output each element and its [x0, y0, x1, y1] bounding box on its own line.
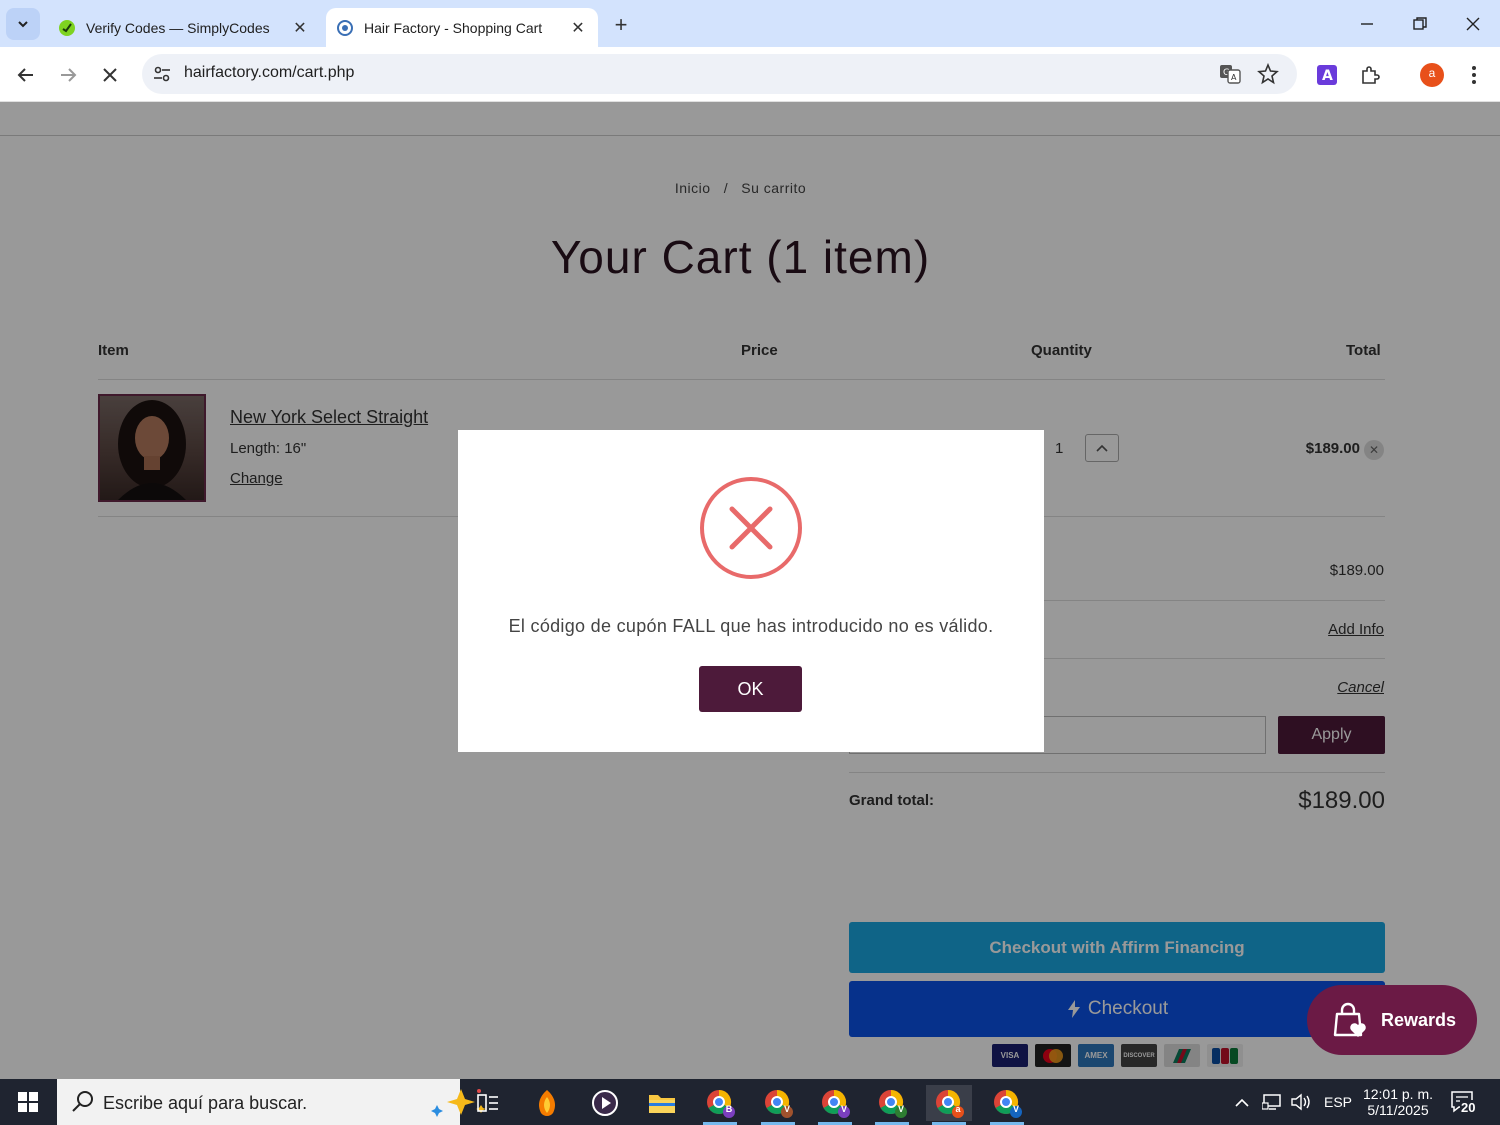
url-text[interactable]: hairfactory.com/cart.php — [184, 64, 354, 82]
tab-title: Verify Codes — SimplyCodes — [86, 19, 270, 36]
browser-menu-icon[interactable] — [1460, 61, 1488, 89]
search-icon — [72, 1091, 93, 1112]
back-button[interactable] — [10, 59, 42, 91]
taskbar-search-placeholder: Escribe aquí para buscar. — [103, 1093, 308, 1113]
error-x-icon — [700, 477, 802, 579]
profile-avatar[interactable]: a — [1418, 61, 1446, 89]
site-settings-icon[interactable] — [150, 62, 174, 86]
task-view-button[interactable] — [465, 1085, 511, 1121]
fl-studio-app-icon[interactable] — [524, 1085, 570, 1121]
tab-hairfactory[interactable]: Hair Factory - Shopping Cart ✕ — [326, 8, 598, 47]
file-explorer-app-icon[interactable] — [639, 1085, 685, 1121]
minimize-button[interactable] — [1342, 8, 1392, 40]
profile-badge: V — [1012, 1104, 1019, 1114]
tab-search-button[interactable] — [6, 8, 40, 40]
close-tab-icon[interactable]: ✕ — [288, 16, 312, 40]
bookmark-star-icon[interactable] — [1255, 62, 1281, 86]
windows-logo-icon — [18, 1092, 38, 1112]
loading-favicon-icon — [336, 19, 354, 37]
chrome-profile-b-icon[interactable]: B — [697, 1085, 743, 1125]
clock-date: 5/11/2025 — [1367, 1102, 1429, 1118]
shopping-bag-heart-icon — [1333, 1002, 1366, 1037]
chrome-profile-v-icon[interactable]: V — [984, 1085, 1030, 1125]
close-window-button[interactable] — [1448, 8, 1498, 40]
profile-badge: B — [725, 1104, 733, 1114]
tab-simplycodes[interactable]: Verify Codes — SimplyCodes ✕ — [48, 8, 320, 47]
minimize-icon — [1361, 23, 1373, 25]
profile-badge: V — [897, 1104, 904, 1114]
stop-loading-button[interactable] — [94, 59, 126, 91]
translate-icon[interactable]: GA — [1217, 62, 1243, 86]
clock[interactable]: 12:01 p. m. 5/11/2025 — [1362, 1079, 1434, 1125]
extension-a-icon[interactable]: A — [1313, 61, 1341, 89]
windows-taskbar: Escribe aquí para buscar. B V V V a V ES… — [0, 1079, 1500, 1125]
chrome-profile-a-icon[interactable]: a — [926, 1085, 972, 1125]
arrow-right-icon — [61, 68, 77, 82]
profile-badge: V — [840, 1104, 847, 1114]
profile-badge: a — [955, 1104, 961, 1114]
profile-badge: V — [783, 1104, 790, 1114]
chrome-profile-v-icon[interactable]: V — [755, 1085, 801, 1125]
close-icon — [103, 68, 117, 82]
profile-initial: a — [1428, 66, 1436, 80]
ok-button[interactable]: OK — [699, 666, 802, 712]
web-page: Inicio / Su carrito Your Cart (1 item) I… — [0, 102, 1500, 1079]
close-icon — [1466, 17, 1480, 31]
browser-tab-bar: Verify Codes — SimplyCodes ✕ Hair Factor… — [0, 0, 1500, 47]
rewards-label: Rewards — [1381, 1009, 1457, 1030]
restore-button[interactable] — [1395, 8, 1445, 40]
tab-title: Hair Factory - Shopping Cart — [364, 19, 543, 36]
svg-text:A: A — [1322, 68, 1333, 84]
chevron-down-icon — [18, 21, 28, 28]
start-button[interactable] — [0, 1079, 56, 1125]
show-hidden-icons-button[interactable] — [1234, 1079, 1250, 1125]
address-bar[interactable]: hairfactory.com/cart.php GA — [142, 54, 1297, 94]
chrome-profile-v-icon[interactable]: V — [869, 1085, 915, 1125]
task-view-icon — [477, 1094, 498, 1112]
browser-toolbar: hairfactory.com/cart.php GA A a — [0, 47, 1500, 102]
network-icon[interactable] — [1262, 1079, 1284, 1125]
media-player-app-icon[interactable] — [582, 1085, 628, 1121]
dialog-message: El código de cupón FALL que has introduc… — [508, 616, 994, 636]
new-tab-button[interactable]: + — [606, 12, 636, 38]
forward-button[interactable] — [52, 59, 84, 91]
taskbar-search-box[interactable]: Escribe aquí para buscar. — [57, 1079, 486, 1125]
volume-icon[interactable] — [1290, 1079, 1312, 1125]
chrome-profile-v-icon[interactable]: V — [812, 1085, 858, 1125]
simplycodes-favicon-icon — [58, 19, 76, 37]
notification-count-badge: 20 — [1460, 1100, 1477, 1115]
clock-time: 12:01 p. m. — [1362, 1086, 1434, 1102]
notification-center-button[interactable]: 20 — [1450, 1079, 1477, 1125]
chevron-up-icon — [1235, 1098, 1249, 1107]
restore-icon — [1413, 17, 1427, 30]
close-tab-icon[interactable]: ✕ — [566, 16, 590, 40]
extensions-puzzle-icon[interactable] — [1356, 61, 1384, 89]
coupon-error-dialog: El código de cupón FALL que has introduc… — [458, 430, 1044, 752]
rewards-launcher-button[interactable]: Rewards — [1307, 985, 1477, 1055]
arrow-left-icon — [17, 68, 33, 82]
input-language-indicator[interactable]: ESP — [1324, 1079, 1352, 1125]
svg-text:A: A — [1231, 73, 1237, 82]
